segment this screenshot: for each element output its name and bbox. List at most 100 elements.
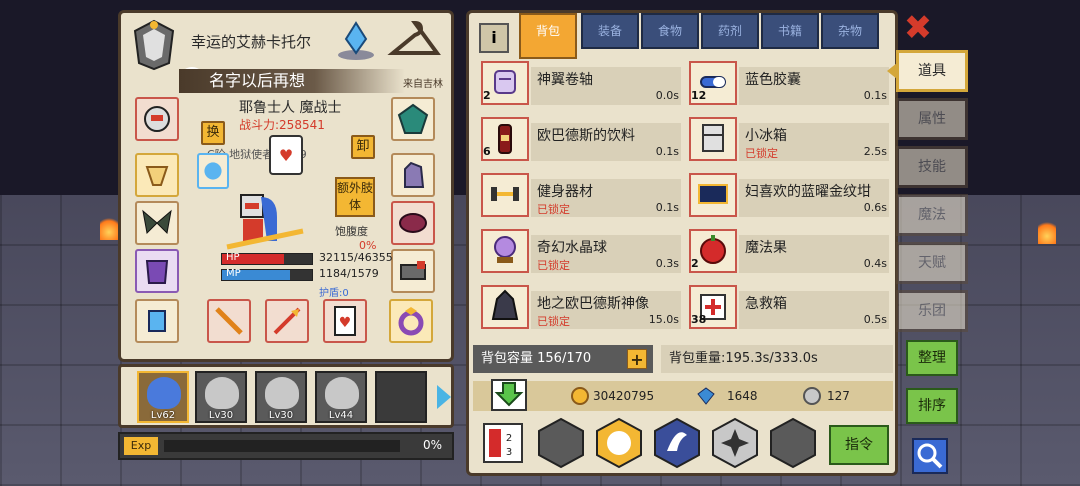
dumbbell-icon [491,187,519,201]
side-tab-items[interactable]: 道具 [887,50,968,92]
drink-bottle-icon [498,124,512,154]
exp-row: Exp 0% [118,432,454,460]
info-button[interactable]: i [479,23,509,53]
equip-slot-weapon-1[interactable] [207,299,251,343]
item-time: 0.1s [655,145,679,158]
import-button[interactable] [491,379,527,411]
swap-button[interactable]: 换 [201,121,225,145]
combat-power: 战斗力:258541 [239,118,325,132]
inventory-item[interactable]: 2 神翼卷轴 0.0s [473,61,681,111]
class-name: 耶鲁士人 魔战士 [239,100,342,116]
tab-books[interactable]: 书籍 [761,13,819,49]
close-icon[interactable]: ✖ [902,11,934,45]
sort-button[interactable]: 排序 [906,388,958,424]
item-name: 妇喜欢的蓝曜金纹坩 [745,184,871,200]
item-name: 急救箱 [745,296,787,312]
gauntlet-icon [404,161,425,188]
inventory-item[interactable]: 38 急救箱 0.5s [681,285,889,335]
magic-fruit-icon [700,235,726,264]
party-row: Lv62 Lv30 Lv30 Lv44 [118,364,454,428]
skill-slot-empty[interactable] [767,417,819,469]
inventory-panel: i 背包 装备 食物 药剂 书籍 杂物 2 神翼卷轴 0.0s 12 蓝色胶囊 … [466,10,898,476]
exp-bar [164,440,400,452]
hp-label: HP [226,252,240,263]
equip-slot-head[interactable] [135,97,179,141]
wings-icon [142,209,172,235]
item-locked: 已锁定 [537,259,570,272]
expand-capacity-button[interactable]: + [627,349,647,369]
skill-slot-empty[interactable] [535,417,587,469]
equip-slot-belt[interactable] [391,201,435,245]
tab-food[interactable]: 食物 [641,13,699,49]
tab-equipment[interactable]: 装备 [581,13,639,49]
inventory-item[interactable]: 2 魔法果 0.4s [681,229,889,279]
inventory-item[interactable]: 地之欧巴德斯神像 已锁定 15.0s [473,285,681,335]
hp-bar: HP [221,252,313,265]
item-name: 蓝色胶囊 [745,72,801,88]
scarf-icon [145,166,169,186]
inventory-item[interactable]: 妇喜欢的蓝曜金纹坩 0.6s [681,173,889,223]
torch-icon [100,214,118,240]
crystal-ball-icon [494,236,516,263]
equip-slot-neck[interactable] [135,153,179,197]
equip-slot-card[interactable]: ♥ [323,299,367,343]
card-bubble: ♥ [269,135,303,175]
equip-slot-mech[interactable] [391,249,435,293]
party-member[interactable]: Lv62 [137,371,189,423]
party-member-empty[interactable] [375,371,427,423]
side-tab-band[interactable]: 乐团 [896,290,968,332]
party-member[interactable]: Lv30 [255,371,307,423]
party-avatar [205,377,239,409]
equip-slot-accessory[interactable] [389,299,433,343]
side-tab-talent[interactable]: 天赋 [896,242,968,284]
side-tab-magic[interactable]: 魔法 [896,194,968,236]
party-avatar [265,377,299,409]
party-member[interactable]: Lv44 [315,371,367,423]
side-tab-skills[interactable]: 技能 [896,146,968,188]
item-name: 小冰箱 [745,128,787,144]
inventory-item[interactable]: 奇幻水晶球 已锁定 0.3s [473,229,681,279]
emerald-shield-icon [397,103,429,134]
party-avatar [325,377,359,409]
equip-slot-body[interactable] [135,249,179,293]
side-tab-attributes[interactable]: 属性 [896,98,968,140]
silver-coin-icon [803,387,821,405]
equip-slot-weapon-2[interactable] [265,299,309,343]
quickbar-swap-button[interactable]: 23 [483,423,523,463]
tab-potion[interactable]: 药剂 [701,13,759,49]
item-name: 奇幻水晶球 [537,240,607,256]
tab-misc[interactable]: 杂物 [821,13,879,49]
equip-slot-relic[interactable] [391,97,435,141]
backpack-capacity: 背包容量 156/170 [473,345,653,373]
name-bar[interactable]: 名字以后再想 [179,69,405,93]
fridge-icon [702,124,724,152]
tab-backpack[interactable]: 背包 [519,13,577,59]
equip-slot-hand[interactable] [391,153,435,197]
exp-label: Exp [124,437,158,455]
character-panel: 幸运的艾赫卡托尔 ♂ 名字以后再想 来自吉林 耶鲁士人 魔战士 战斗力:2585… [118,10,454,362]
pet-slot[interactable] [197,153,229,189]
inventory-item[interactable]: 6 欧巴德斯的饮料 0.1s [473,117,681,167]
hanger-icon[interactable] [387,17,443,63]
shuriken-skill-icon[interactable] [709,417,761,469]
party-next-arrow-icon[interactable] [437,385,451,409]
inventory-item[interactable]: 12 蓝色胶囊 0.1s [681,61,889,111]
inventory-item[interactable]: 健身器材 已锁定 0.1s [473,173,681,223]
organize-button[interactable]: 整理 [906,340,958,376]
item-time: 0.6s [863,201,887,214]
command-button[interactable]: 指令 [829,425,889,465]
svg-text:2: 2 [506,433,512,444]
inventory-item[interactable]: 小冰箱 已锁定 2.5s [681,117,889,167]
equip-slot-back[interactable] [135,201,179,245]
search-button[interactable] [912,438,948,474]
unequip-button[interactable]: 卸 [351,135,375,159]
wing-skill-icon[interactable] [651,417,703,469]
party-member[interactable]: Lv30 [195,371,247,423]
staff-icon [215,307,243,335]
item-name: 神翼卷轴 [537,72,593,88]
spirit-icon [204,162,222,180]
extra-limb-button[interactable]: 额外肢体 [335,177,375,217]
crystal-icon[interactable] [333,17,379,63]
equip-slot-feet[interactable] [135,299,179,343]
horse-skill-icon[interactable] [593,417,645,469]
